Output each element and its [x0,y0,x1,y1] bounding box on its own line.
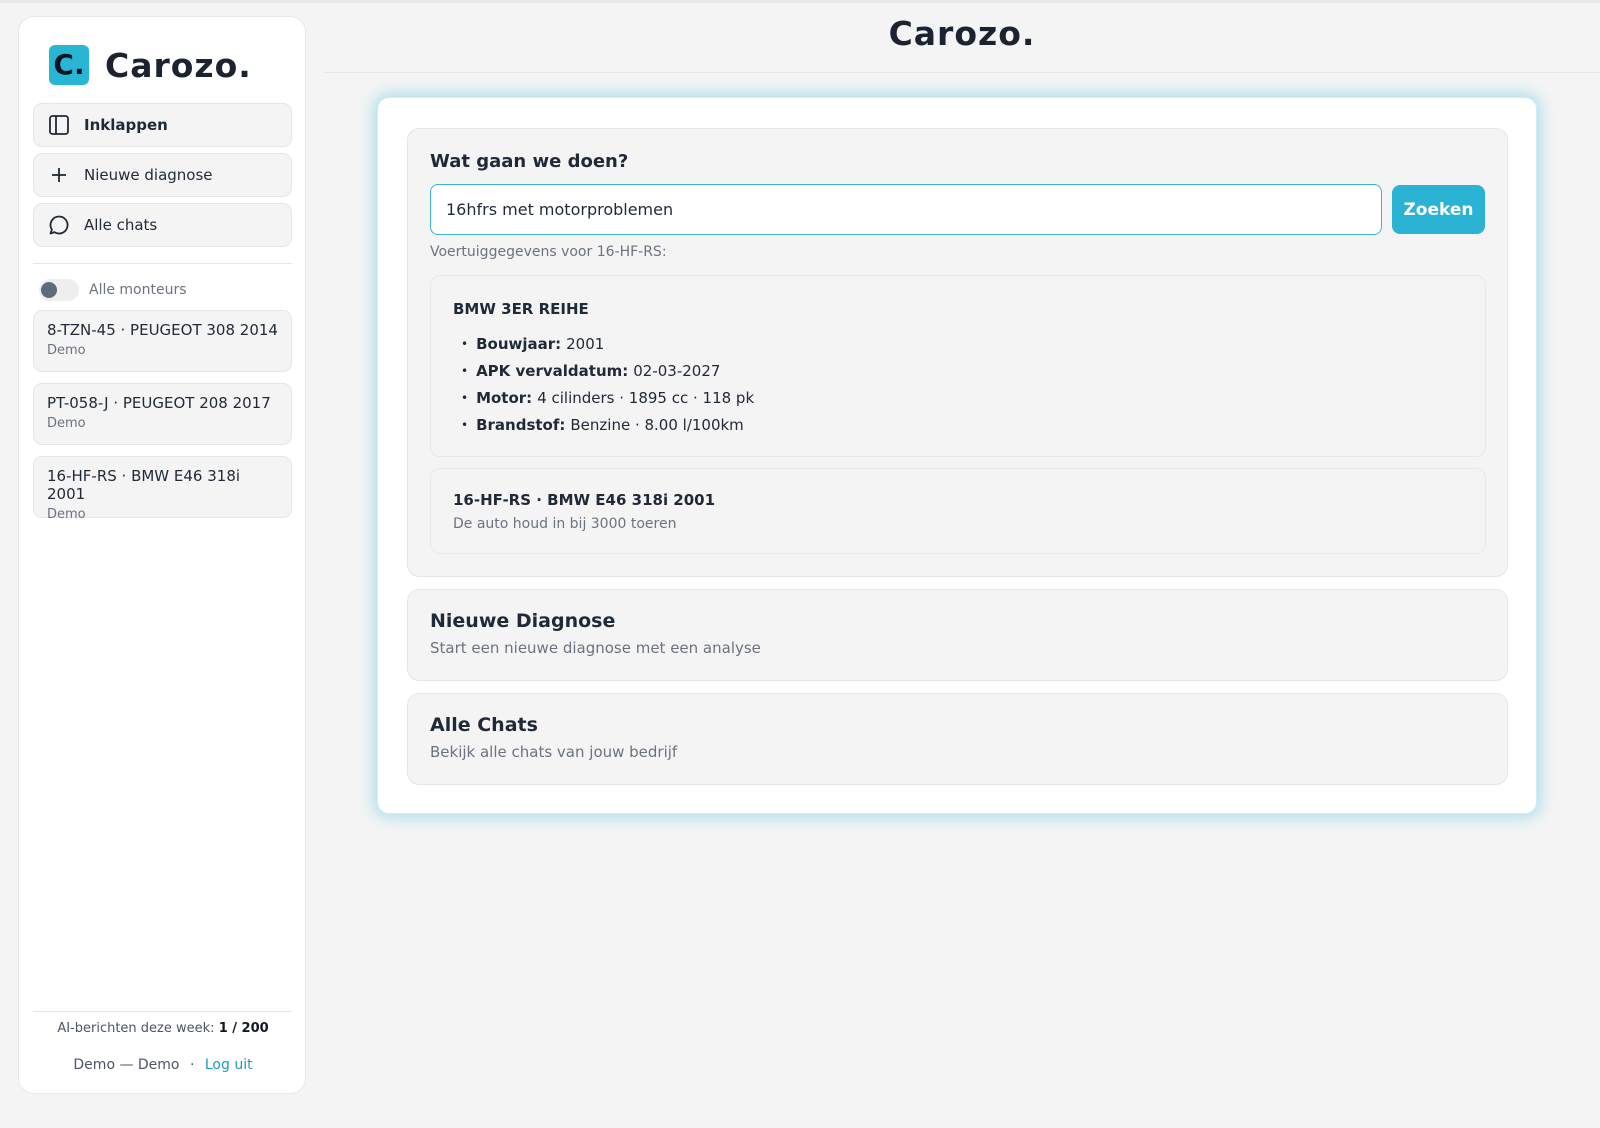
ai-usage-label: AI-berichten deze week: [57,1021,215,1036]
vehicle-detail-key: Brandstof: [476,415,566,434]
footer-separator: · [189,1057,195,1073]
collapse-sidebar-button[interactable]: Inklappen [33,103,292,147]
main-card: Wat gaan we doen? Zoeken Voertuiggegeven… [377,97,1537,814]
chat-list-item[interactable]: PT-058-J · PEUGEOT 208 2017 Demo [33,383,292,445]
vehicle-detail-key: APK vervaldatum: [476,361,629,380]
vehicle-data-caption: Voertuiggegevens voor 16-HF-RS: [430,244,667,260]
sidebar-panel-icon [48,114,70,136]
sidebar-logo[interactable]: C. Carozo. [49,45,252,85]
ai-usage-value: 1 / 200 [218,1021,269,1036]
plus-icon [48,164,70,186]
vehicle-detail-key: Bouwjaar: [476,334,562,353]
search-result-title: 16-HF-RS · BMW E46 318i 2001 [453,491,716,509]
chat-item-subtitle: Demo [47,507,86,522]
search-result-item[interactable]: 16-HF-RS · BMW E46 318i 2001 De auto hou… [430,468,1486,554]
new-diagnosis-subtitle: Start een nieuwe diagnose met een analys… [430,639,761,657]
sidebar-footer-divider [33,1011,292,1012]
toggle-knob [41,282,57,298]
sidebar-divider [33,263,292,264]
chat-item-subtitle: Demo [47,343,86,358]
vehicle-detail-value: 2001 [566,334,605,353]
all-chats-card[interactable]: Alle Chats Bekijk alle chats van jouw be… [407,693,1508,785]
ai-usage-counter: AI-berichten deze week: 1 / 200 [19,1021,307,1036]
all-mechanics-toggle-row: Alle monteurs [39,279,187,301]
sidebar: C. Carozo. Inklappen Nieuwe diagnose All… [18,16,306,1094]
page-title: Carozo. [888,14,1036,53]
chat-list-item[interactable]: 16-HF-RS · BMW E46 318i 2001 Demo [33,456,292,522]
collapse-sidebar-label: Inklappen [84,116,168,134]
search-panel: Wat gaan we doen? Zoeken Voertuiggegeven… [407,128,1508,577]
search-input[interactable] [430,184,1382,235]
search-button[interactable]: Zoeken [1392,185,1485,234]
new-diagnosis-button[interactable]: Nieuwe diagnose [33,153,292,197]
logo-icon: C. [49,45,89,85]
header-divider [324,72,1600,73]
vehicle-detail-value: 4 cilinders · 1895 cc · 118 pk [537,388,755,407]
chat-item-title: PT-058-J · PEUGEOT 208 2017 [47,394,271,412]
vehicle-details-list: • Bouwjaar: 2001 • APK vervaldatum: 02-03-20… [453,330,754,438]
vehicle-detail: • Brandstof: Benzine · 8.00 l/100km [461,415,744,434]
chat-item-title: 16-HF-RS · BMW E46 318i 2001 [47,467,241,503]
vehicle-detail-key: Motor: [476,388,533,407]
search-heading: Wat gaan we doen? [430,151,629,172]
user-name: Demo — Demo [73,1057,180,1073]
new-diagnosis-title: Nieuwe Diagnose [430,610,616,632]
chat-item-title: 8-TZN-45 · PEUGEOT 308 2014 [47,321,278,339]
new-diagnosis-card[interactable]: Nieuwe Diagnose Start een nieuwe diagnos… [407,589,1508,681]
top-border [0,0,1600,3]
vehicle-detail-value: Benzine · 8.00 l/100km [570,415,744,434]
search-result-subtitle: De auto houd in bij 3000 toeren [453,516,677,532]
all-mechanics-label: Alle monteurs [89,282,187,298]
logout-link[interactable]: Log uit [205,1057,253,1073]
vehicle-detail: • Bouwjaar: 2001 [461,334,605,353]
chat-bubble-icon [48,214,70,236]
vehicle-model: BMW 3ER REIHE [453,300,589,318]
all-mechanics-toggle[interactable] [39,279,79,301]
brand-name: Carozo. [105,45,252,85]
vehicle-detail: • APK vervaldatum: 02-03-2027 [461,361,721,380]
new-diagnosis-label: Nieuwe diagnose [84,166,213,184]
vehicle-detail: • Motor: 4 cilinders · 1895 cc · 118 pk [461,388,755,407]
vehicle-info-card: BMW 3ER REIHE • Bouwjaar: 2001 • APK verval… [430,275,1486,457]
user-footer: Demo — Demo · Log uit [19,1057,307,1073]
all-chats-button[interactable]: Alle chats [33,203,292,247]
vehicle-detail-value: 02-03-2027 [633,361,721,380]
all-chats-subtitle: Bekijk alle chats van jouw bedrijf [430,743,678,761]
chat-item-subtitle: Demo [47,416,86,431]
all-chats-label: Alle chats [84,216,158,234]
chat-list-item[interactable]: 8-TZN-45 · PEUGEOT 308 2014 Demo [33,310,292,372]
all-chats-title: Alle Chats [430,714,538,736]
